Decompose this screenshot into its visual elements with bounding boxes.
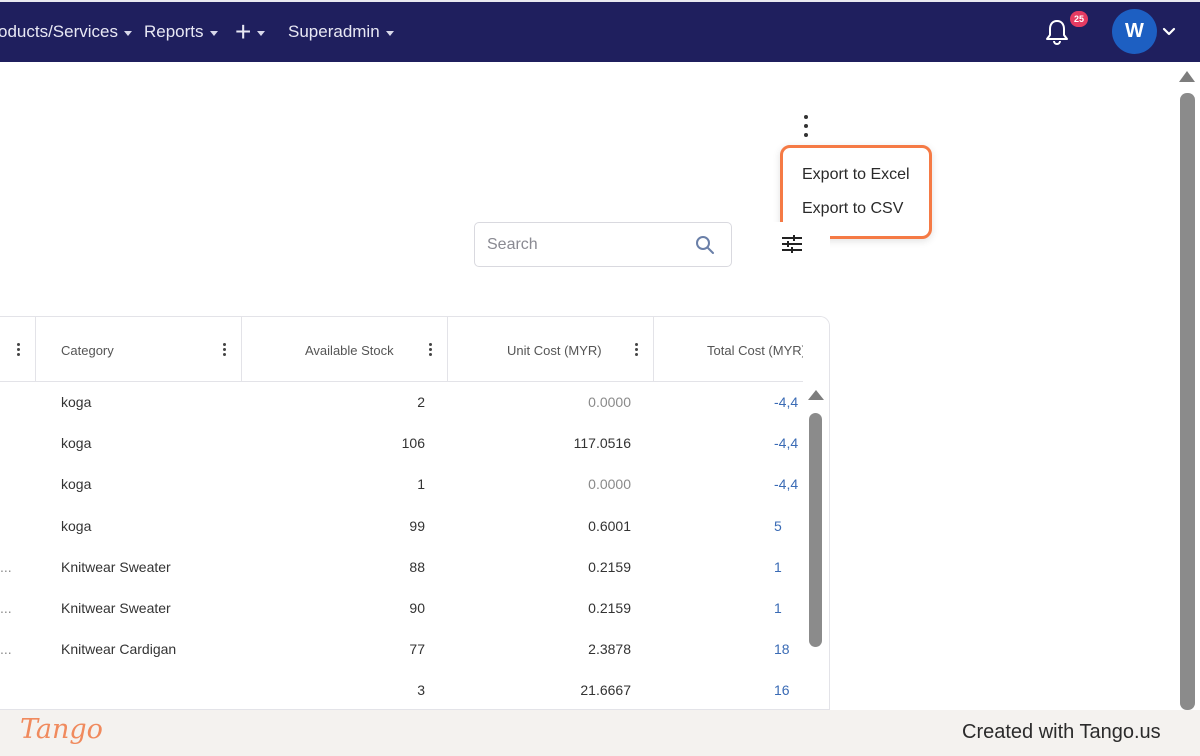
column-menu-icon[interactable] xyxy=(428,343,432,356)
unit-cost-cell: 0.2159 xyxy=(588,558,631,575)
column-menu-icon[interactable] xyxy=(222,343,226,356)
top-navbar: oducts/Services Reports + Superadmin 25 … xyxy=(0,0,1200,62)
inventory-table: Category Available Stock Unit Cost (MYR)… xyxy=(0,316,830,710)
unit-cost-cell: 21.6667 xyxy=(580,682,631,699)
column-label: Total Cost (MYR) xyxy=(707,343,806,358)
table-header: Category Available Stock Unit Cost (MYR)… xyxy=(0,317,829,382)
more-options-icon[interactable] xyxy=(799,115,813,137)
table-scroll-up-arrow[interactable] xyxy=(808,390,824,400)
category-cell: Knitwear Sweater xyxy=(61,600,171,616)
table-row[interactable]: ... Knitwear Sweater 90 0.2159 1 xyxy=(0,588,829,629)
column-menu-icon[interactable] xyxy=(16,343,20,356)
total-cost-cell: 18 xyxy=(774,641,790,658)
created-with-text: Created with Tango.us xyxy=(962,721,1161,743)
unit-cost-cell: 2.3878 xyxy=(588,641,631,658)
available-stock-cell: 77 xyxy=(409,641,425,658)
column-label: Unit Cost (MYR) xyxy=(507,343,602,358)
unit-cost-cell: 0.6001 xyxy=(588,517,631,534)
nav-superadmin-label: Superadmin xyxy=(288,22,380,41)
filter-button[interactable] xyxy=(755,222,830,264)
table-row[interactable]: koga 99 0.6001 5 xyxy=(0,506,829,547)
table-row[interactable]: koga 2 0.0000 -4,4 xyxy=(0,382,829,423)
available-stock-cell: 99 xyxy=(409,517,425,534)
available-stock-cell: 1 xyxy=(417,476,425,493)
chevron-down-icon xyxy=(124,30,132,36)
bell-icon[interactable] xyxy=(1044,18,1070,46)
column-header-available-stock[interactable]: Available Stock xyxy=(242,317,448,382)
row-lead-cell: ... xyxy=(0,600,12,616)
available-stock-cell: 90 xyxy=(409,600,425,616)
footer: Tango Created with Tango.us xyxy=(0,710,1200,756)
chevron-down-icon xyxy=(209,30,218,36)
table-scrollbar-thumb[interactable] xyxy=(809,413,822,647)
nav-reports[interactable]: Reports xyxy=(144,22,218,42)
total-cost-cell: -4,4 xyxy=(774,394,799,410)
unit-cost-cell: 117.0516 xyxy=(573,435,631,452)
notification-badge: 25 xyxy=(1070,11,1088,27)
plus-icon: + xyxy=(235,16,252,47)
row-lead-cell: ... xyxy=(0,641,12,658)
available-stock-cell: 88 xyxy=(409,558,425,575)
chevron-down-icon xyxy=(385,30,394,36)
search-input[interactable]: Search xyxy=(474,222,732,267)
category-cell: Knitwear Sweater xyxy=(61,558,171,575)
table-row[interactable]: 3 21.6667 16 xyxy=(0,670,829,709)
total-cost-cell: 1 xyxy=(774,558,782,575)
column-label: Category xyxy=(61,343,114,358)
page-scrollbar-thumb[interactable] xyxy=(1180,93,1195,710)
category-cell: koga xyxy=(61,435,92,452)
unit-cost-cell: 0.0000 xyxy=(588,394,631,410)
category-cell: koga xyxy=(61,394,92,410)
available-stock-cell: 2 xyxy=(417,394,425,410)
tango-logo: Tango xyxy=(20,714,103,745)
total-cost-cell: -4,4 xyxy=(774,476,799,493)
category-cell: koga xyxy=(61,517,92,534)
category-cell: koga xyxy=(61,476,92,493)
column-header-truncated xyxy=(0,317,36,382)
chevron-down-icon xyxy=(257,30,266,36)
table-row[interactable]: ... Knitwear Cardigan 77 2.3878 18 xyxy=(0,629,829,670)
unit-cost-cell: 0.2159 xyxy=(588,600,631,616)
category-cell: Knitwear Cardigan xyxy=(61,641,177,658)
unit-cost-cell: 0.0000 xyxy=(588,476,631,493)
sliders-icon xyxy=(782,235,802,253)
nav-reports-label: Reports xyxy=(144,22,204,41)
export-to-excel-item[interactable]: Export to Excel xyxy=(802,166,910,184)
table-row[interactable]: ... Knitwear Sweater 88 0.2159 1 xyxy=(0,547,829,588)
chevron-down-icon[interactable] xyxy=(1162,26,1176,38)
available-stock-cell: 106 xyxy=(401,435,425,452)
total-cost-cell: 1 xyxy=(774,600,782,616)
nav-products-services-label: oducts/Services xyxy=(0,22,118,41)
row-lead-cell: ... xyxy=(0,558,12,575)
export-to-csv-item[interactable]: Export to CSV xyxy=(802,200,903,218)
search-icon[interactable] xyxy=(695,235,715,255)
table-row[interactable]: koga 1 0.0000 -4,4 xyxy=(0,464,829,505)
column-label: Available Stock xyxy=(305,343,394,358)
avatar[interactable]: W xyxy=(1112,9,1157,54)
nav-superadmin[interactable]: Superadmin xyxy=(288,22,394,42)
total-cost-cell: -4,4 xyxy=(774,435,799,452)
search-placeholder: Search xyxy=(487,236,538,253)
page-scroll-up-arrow[interactable] xyxy=(1179,71,1195,82)
total-cost-cell: 16 xyxy=(774,682,790,699)
column-header-unit-cost[interactable]: Unit Cost (MYR) xyxy=(448,317,654,382)
table-row[interactable]: koga 106 117.0516 -4,4 xyxy=(0,423,829,464)
available-stock-cell: 3 xyxy=(417,682,425,699)
column-header-category[interactable]: Category xyxy=(36,317,242,382)
nav-add[interactable]: + xyxy=(235,16,266,47)
column-menu-icon[interactable] xyxy=(634,343,638,356)
total-cost-cell: 5 xyxy=(774,517,782,534)
nav-products-services[interactable]: oducts/Services xyxy=(0,22,132,42)
